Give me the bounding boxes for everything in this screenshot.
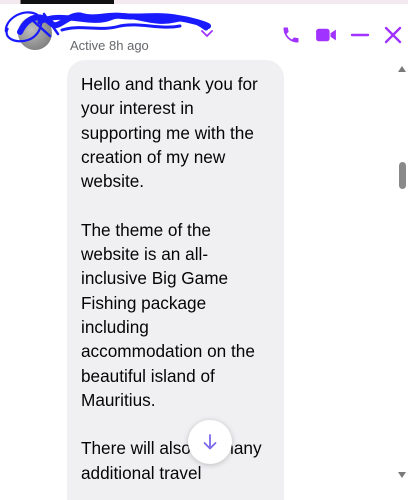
close-button[interactable] (380, 22, 406, 48)
arrow-down-icon (203, 434, 217, 450)
scrollbar-thumb[interactable] (399, 162, 406, 189)
minimize-icon (350, 33, 370, 37)
message-thread: Hello and thank you for your interest in… (0, 60, 396, 500)
chat-window: Active 8h ago Hello and thank you for yo… (0, 0, 408, 500)
close-icon (384, 26, 402, 44)
minimize-button[interactable] (347, 22, 373, 48)
message-paragraph: The theme of the website is an all-inclu… (81, 219, 255, 410)
video-camera-icon (316, 28, 336, 42)
scrollbar[interactable] (396, 60, 408, 500)
message-paragraph: Hello and thank you for your interest in… (81, 74, 258, 192)
scroll-to-bottom-button[interactable] (188, 420, 232, 464)
message-bubble[interactable]: Hello and thank you for your interest in… (67, 60, 284, 500)
phone-icon (283, 27, 299, 43)
call-button[interactable] (278, 22, 304, 48)
chevron-down-icon[interactable] (201, 26, 213, 41)
message-paragraph: There will also be many additional trave… (81, 438, 262, 483)
chat-header: Active 8h ago (0, 4, 408, 60)
scroll-up-arrow[interactable] (397, 64, 407, 74)
scroll-down-arrow[interactable] (397, 470, 407, 480)
video-call-button[interactable] (313, 22, 339, 48)
presence-status: Active 8h ago (70, 38, 149, 53)
